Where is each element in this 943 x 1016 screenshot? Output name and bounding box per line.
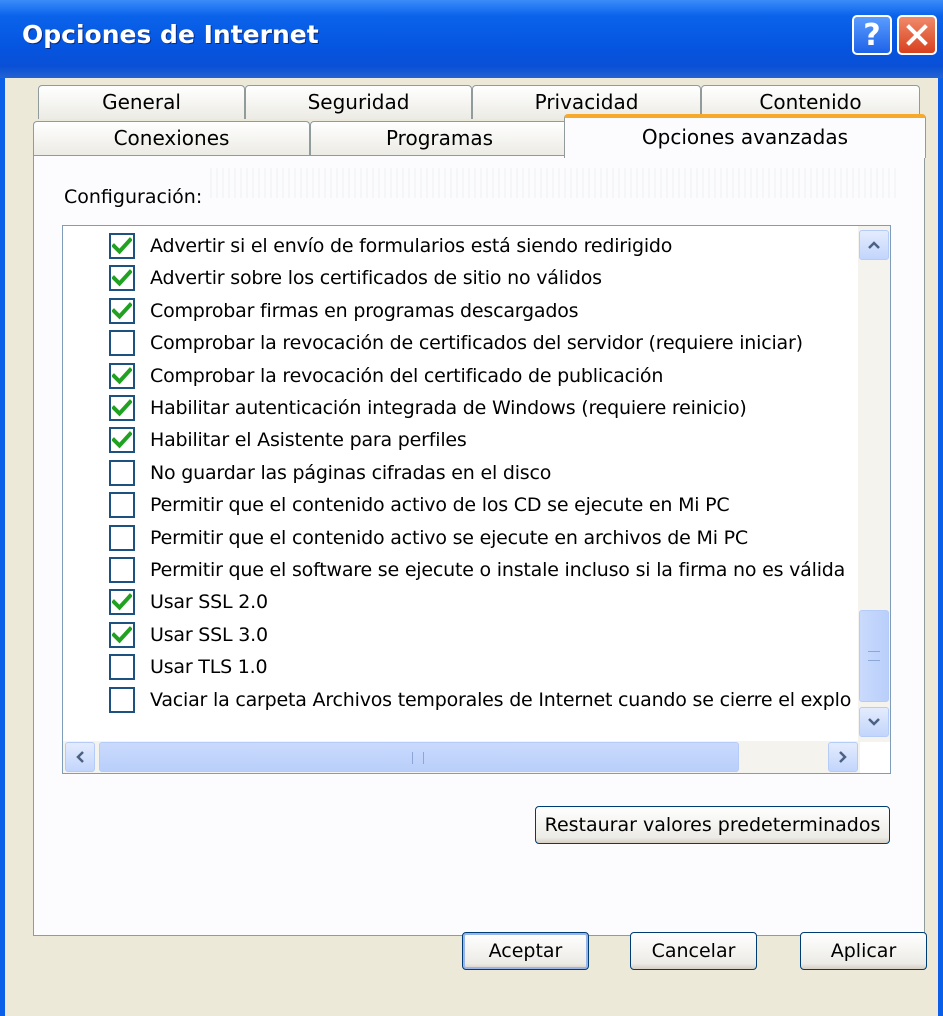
help-icon[interactable]: ? — [852, 15, 892, 55]
setting-row[interactable]: Habilitar el Asistente para perfiles — [109, 424, 467, 456]
tab-programas[interactable]: Programas — [310, 121, 569, 155]
setting-row[interactable]: Comprobar la revocación del certificado … — [109, 360, 663, 392]
horizontal-scroll-thumb[interactable] — [99, 742, 739, 772]
setting-label: Usar SSL 3.0 — [150, 624, 268, 646]
tab-label: General — [102, 90, 181, 114]
vertical-scrollbar[interactable] — [858, 226, 890, 742]
setting-label: No guardar las páginas cifradas en el di… — [150, 462, 552, 484]
setting-label: Comprobar la revocación del certificado … — [150, 365, 664, 387]
tab-label: Privacidad — [534, 90, 639, 114]
setting-checkbox[interactable] — [109, 363, 135, 389]
setting-row[interactable]: Permitir que el contenido activo de los … — [109, 489, 730, 521]
restore-defaults-button[interactable]: Restaurar valores predeterminados — [535, 806, 890, 844]
setting-row[interactable]: Usar SSL 2.0 — [109, 586, 268, 618]
setting-checkbox[interactable] — [109, 687, 135, 713]
setting-label: Habilitar el Asistente para perfiles — [150, 429, 467, 451]
setting-label: Advertir si el envío de formularios está… — [150, 235, 673, 257]
cancel-button[interactable]: Cancelar — [630, 932, 757, 970]
setting-checkbox[interactable] — [109, 233, 135, 259]
scroll-down-icon[interactable] — [859, 707, 889, 737]
tab-opciones-avanzadas[interactable]: Opciones avanzadas — [564, 114, 926, 158]
tab-conexiones[interactable]: Conexiones — [33, 121, 310, 155]
window-title: Opciones de Internet — [22, 20, 319, 49]
setting-label: Usar TLS 1.0 — [150, 656, 268, 678]
setting-row[interactable]: No guardar las páginas cifradas en el di… — [109, 457, 551, 489]
setting-label: Comprobar firmas en programas descargado… — [150, 300, 579, 322]
scroll-up-icon[interactable] — [859, 230, 889, 260]
setting-label: Vaciar la carpeta Archivos temporales de… — [150, 689, 852, 711]
scroll-left-icon[interactable] — [65, 742, 95, 772]
checkmark-icon — [112, 237, 132, 255]
tab-label: Contenido — [759, 90, 862, 114]
setting-checkbox[interactable] — [109, 557, 135, 583]
tab-general[interactable]: General — [38, 85, 245, 119]
configuration-label: Configuración: — [64, 186, 203, 208]
vertical-scroll-thumb[interactable] — [859, 610, 889, 702]
header-separator — [210, 168, 900, 198]
checkmark-icon — [112, 593, 132, 611]
setting-row[interactable]: Usar TLS 1.0 — [109, 651, 268, 683]
setting-checkbox[interactable] — [109, 622, 135, 648]
setting-checkbox[interactable] — [109, 427, 135, 453]
tab-label: Seguridad — [307, 90, 410, 114]
setting-label: Usar SSL 2.0 — [150, 591, 268, 613]
setting-row[interactable]: Comprobar firmas en programas descargado… — [109, 295, 579, 327]
tab-label: Opciones avanzadas — [641, 125, 849, 149]
checkmark-icon — [112, 626, 132, 644]
thumb-grip-icon — [868, 651, 880, 661]
checkmark-icon — [112, 431, 132, 449]
setting-row[interactable]: Advertir sobre los certificados de sitio… — [109, 262, 602, 294]
setting-label: Comprobar la revocación de certificados … — [150, 332, 803, 354]
ok-button[interactable]: Aceptar — [462, 932, 589, 970]
setting-row[interactable]: Comprobar la revocación de certificados … — [109, 327, 803, 359]
checkmark-icon — [112, 269, 132, 287]
setting-row[interactable]: Habilitar autenticación integrada de Win… — [109, 392, 747, 424]
settings-list[interactable]: Advertir si el envío de formularios está… — [62, 225, 891, 774]
setting-checkbox[interactable] — [109, 395, 135, 421]
horizontal-scrollbar[interactable] — [63, 741, 860, 773]
checkmark-icon — [112, 302, 132, 320]
setting-row[interactable]: Permitir que el contenido activo se ejec… — [109, 522, 748, 554]
setting-label: Permitir que el contenido activo de los … — [150, 494, 730, 516]
tab-seguridad[interactable]: Seguridad — [245, 85, 472, 119]
tab-label: Conexiones — [113, 126, 230, 150]
setting-checkbox[interactable] — [109, 525, 135, 551]
setting-checkbox[interactable] — [109, 460, 135, 486]
setting-checkbox[interactable] — [109, 492, 135, 518]
setting-label: Advertir sobre los certificados de sitio… — [150, 267, 602, 289]
checkmark-icon — [112, 367, 132, 385]
setting-label: Permitir que el contenido activo se ejec… — [150, 527, 748, 549]
close-icon[interactable] — [897, 15, 937, 55]
setting-row[interactable]: Permitir que el software se ejecute o in… — [109, 554, 845, 586]
internet-options-window: Opciones de Internet ? General Seguridad… — [0, 0, 943, 1016]
checkmark-icon — [112, 399, 132, 417]
setting-row[interactable]: Advertir si el envío de formularios está… — [109, 230, 672, 262]
setting-checkbox[interactable] — [109, 330, 135, 356]
thumb-grip-icon — [412, 752, 424, 764]
setting-checkbox[interactable] — [109, 298, 135, 324]
setting-row[interactable]: Usar SSL 3.0 — [109, 619, 268, 651]
tab-label: Programas — [385, 126, 494, 150]
scroll-right-icon[interactable] — [828, 742, 858, 772]
setting-checkbox[interactable] — [109, 265, 135, 291]
title-bar[interactable]: Opciones de Internet ? — [0, 0, 943, 78]
setting-checkbox[interactable] — [109, 654, 135, 680]
setting-label: Permitir que el software se ejecute o in… — [150, 559, 846, 581]
apply-button[interactable]: Aplicar — [800, 932, 927, 970]
setting-label: Habilitar autenticación integrada de Win… — [150, 397, 747, 419]
setting-checkbox[interactable] — [109, 589, 135, 615]
setting-row[interactable]: Vaciar la carpeta Archivos temporales de… — [109, 684, 851, 716]
